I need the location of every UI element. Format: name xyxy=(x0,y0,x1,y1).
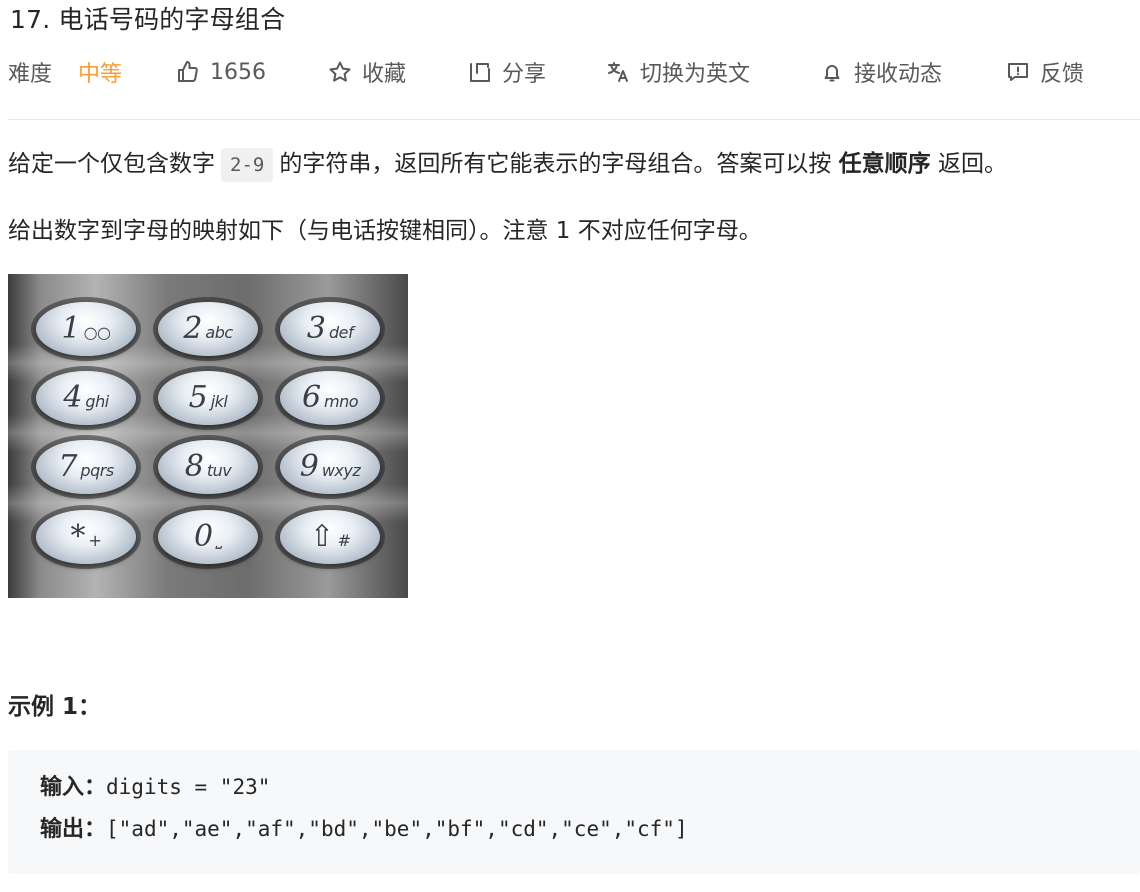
key-digit: 5 xyxy=(188,380,208,415)
key-letters: tuv xyxy=(206,460,232,480)
keypad-key: 9 wxyz xyxy=(280,440,380,494)
key-digit: 3 xyxy=(306,311,326,346)
keypad-key: 4 ghi xyxy=(36,371,136,425)
example-input-line: 输入：digits = "23" xyxy=(40,771,270,804)
share-icon xyxy=(470,63,490,82)
key-digit: ⇧ xyxy=(309,519,335,554)
key-digit: 4 xyxy=(63,380,83,415)
example-code-block: 输入：digits = "23" 输出：["ad","ae","af","bd"… xyxy=(8,750,1140,874)
key-letters: jkl xyxy=(210,391,228,411)
key-letters: pqrs xyxy=(80,460,114,480)
example-title: 示例 1： xyxy=(8,694,102,720)
key-digit: 2 xyxy=(183,311,203,346)
problem-meta-bar: 难度 中等 1656 收藏 分享 切换为英文 接收动态 反馈 xyxy=(8,56,1128,88)
switch-language-label: 切换为英文 xyxy=(640,62,751,87)
divider xyxy=(8,119,1140,120)
bell-icon xyxy=(824,65,840,82)
keypad-key: 2 abc xyxy=(158,302,258,356)
difficulty-label: 难度 xyxy=(8,62,53,87)
key-letters: def xyxy=(328,322,354,342)
keypad-key: 3 def xyxy=(280,302,380,356)
input-label: 输入： xyxy=(40,775,107,800)
key-letters: wxyz xyxy=(321,460,361,480)
subscribe-label: 接收动态 xyxy=(854,62,943,87)
favorite-button[interactable]: 收藏 xyxy=(328,56,406,88)
feedback-icon xyxy=(1008,63,1028,81)
key-letters: abc xyxy=(205,322,233,342)
key-letters: mno xyxy=(324,391,359,411)
example-output-line: 输出：["ad","ae","af","bd","be","bf","cd","… xyxy=(40,813,688,846)
feedback-button[interactable]: 反馈 xyxy=(1006,56,1084,88)
thumbs-up-icon xyxy=(178,61,198,82)
description-paragraph-1: 给定一个仅包含数字 2-9 的字符串，返回所有它能表示的字母组合。答案可以按 任意顺… xyxy=(8,147,1007,182)
share-button[interactable]: 分享 xyxy=(468,56,546,88)
like-count: 1656 xyxy=(210,59,266,85)
output-label: 输出： xyxy=(40,817,107,842)
key-letters: ⎵ xyxy=(216,530,222,549)
key-digit: 6 xyxy=(301,380,322,415)
share-label: 分享 xyxy=(502,62,547,87)
key-digit: 0 xyxy=(194,519,214,554)
key-digit: * xyxy=(70,519,86,554)
keypad-key: 1 ○○ xyxy=(36,302,136,356)
feedback-label: 反馈 xyxy=(1040,62,1085,87)
key-digit: 7 xyxy=(58,449,78,484)
key-letters: ghi xyxy=(85,391,109,411)
key-digit: 8 xyxy=(184,449,204,484)
inline-code: 2-9 xyxy=(221,148,274,182)
phone-keypad-image: 1 ○○ 2 abc 3 def 4 ghi 5 jkl 6 mno 7 pqrs 8 tuv … xyxy=(8,274,408,598)
key-letters: # xyxy=(337,530,351,550)
problem-title: 17. 电话号码的字母组合 xyxy=(10,5,286,34)
star-icon xyxy=(329,61,351,82)
desc-text: 给定一个仅包含数字 xyxy=(8,151,215,177)
output-value: ["ad","ae","af","bd","be","bf","cd","ce"… xyxy=(106,817,688,841)
keypad-key: * + xyxy=(36,510,136,564)
subscribe-button[interactable]: 接收动态 xyxy=(820,56,942,88)
keypad-key: 7 pqrs xyxy=(36,440,136,494)
desc-text: 返回。 xyxy=(937,151,1007,177)
keypad-key: ⇧ # xyxy=(280,510,380,564)
key-letters: + xyxy=(88,530,102,550)
keypad-key: 0 ⎵ xyxy=(158,510,258,564)
keypad-key: 8 tuv xyxy=(158,440,258,494)
like-button[interactable]: 1656 xyxy=(176,56,266,88)
favorite-label: 收藏 xyxy=(362,62,407,87)
description-paragraph-2: 给出数字到字母的映射如下（与电话按键相同）。注意 1 不对应任何字母。 xyxy=(8,218,762,244)
keypad-key: 5 jkl xyxy=(158,371,258,425)
difficulty-value: 中等 xyxy=(78,62,123,87)
translate-icon xyxy=(608,62,628,82)
keypad-key: 6 mno xyxy=(280,371,380,425)
desc-bold: 任意顺序 xyxy=(838,151,931,177)
key-digit: 1 xyxy=(61,311,81,346)
key-letters: ○○ xyxy=(83,322,111,342)
key-digit: 9 xyxy=(299,449,319,484)
desc-text: 的字符串，返回所有它能表示的字母组合。答案可以按 xyxy=(279,151,832,177)
switch-language-button[interactable]: 切换为英文 xyxy=(606,56,750,88)
input-value: digits = "23" xyxy=(106,775,271,799)
